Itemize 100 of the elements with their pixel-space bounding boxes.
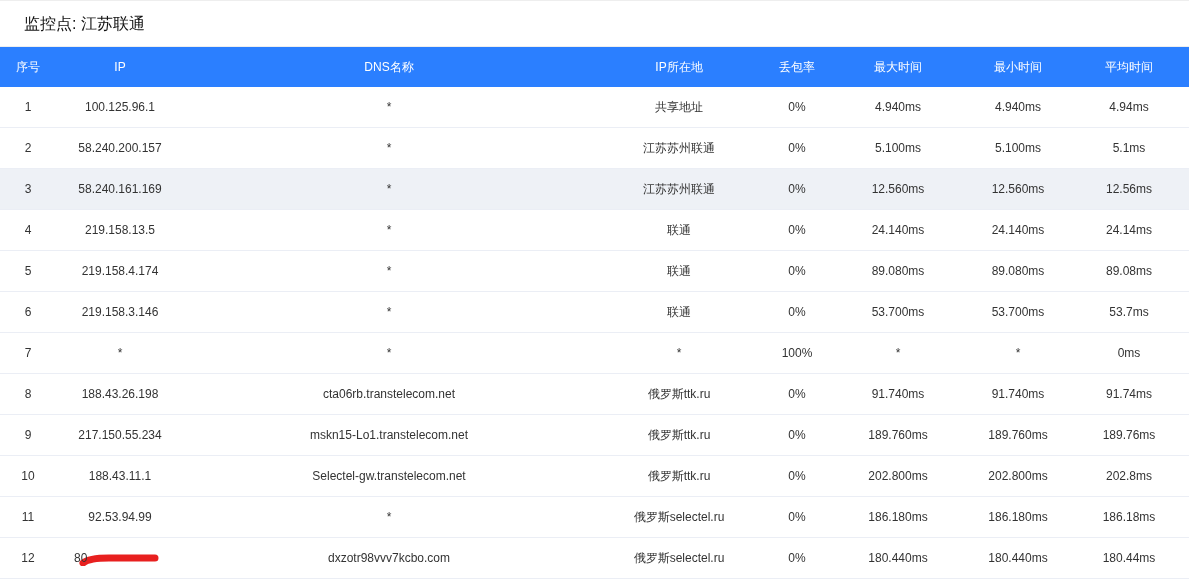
table-cell-text: 9 xyxy=(24,427,32,444)
table-cell-text: 0% xyxy=(788,550,806,567)
table-cell-text: 217.150.55.234 xyxy=(78,427,162,444)
column-header: DNS名称 xyxy=(363,59,415,76)
column-header: 序号 xyxy=(15,59,41,76)
table-cell-text: 联通 xyxy=(667,263,691,280)
table-cell-text: 5 xyxy=(24,263,32,280)
table-cell-text: 202.8ms xyxy=(1106,468,1152,485)
table-cell-text: 4.940ms xyxy=(875,99,921,116)
table-cell-text: 12 xyxy=(21,550,35,567)
table-cell-text: 0% xyxy=(788,468,806,485)
table-cell-text: * xyxy=(676,345,682,362)
table-cell-text: 186.180ms xyxy=(868,509,928,526)
table-cell-text: 江苏苏州联通 xyxy=(643,140,715,157)
table-cell-text: 0% xyxy=(788,140,806,157)
table-cell-text: 89.080ms xyxy=(991,263,1045,280)
table-cell-text: * xyxy=(386,140,392,157)
table-cell-text: 10 xyxy=(21,468,35,485)
table-cell-text: 58.240.161.169 xyxy=(78,181,162,198)
table-cell-text: 53.700ms xyxy=(871,304,925,321)
table-cell-text: 0% xyxy=(788,99,806,116)
table-cell-text: 俄罗斯ttk.ru xyxy=(647,386,711,403)
table-cell-text: 180.440ms xyxy=(988,550,1048,567)
table-cell-text: dxzotr98vvv7kcbo.com xyxy=(327,550,451,567)
table-cell-text: 俄罗斯selectel.ru xyxy=(633,550,725,567)
table-cell-text: 0% xyxy=(788,304,806,321)
table-cell-text: 80 xyxy=(74,550,88,567)
table-cell-text: 共享地址 xyxy=(655,99,703,116)
table-cell-text: 202.800ms xyxy=(868,468,928,485)
table-cell-text: 12.560ms xyxy=(991,181,1045,198)
table-cell-text: * xyxy=(386,222,392,239)
column-header: 丢包率 xyxy=(778,59,816,76)
table-cell-text: * xyxy=(386,263,392,280)
table-cell-text: 俄罗斯ttk.ru xyxy=(647,427,711,444)
table-cell-text: 0% xyxy=(788,509,806,526)
table-cell-text: 189.760ms xyxy=(988,427,1048,444)
table-cell-text: * xyxy=(117,345,123,362)
table-cell-text: 联通 xyxy=(667,222,691,239)
table-cell-text: 12.560ms xyxy=(871,181,925,198)
table-cell-text: 91.74ms xyxy=(1106,386,1152,403)
column-header: 最小时间 xyxy=(993,59,1043,76)
table-cell-text: 91.740ms xyxy=(871,386,925,403)
table-cell-text: 219.158.4.174 xyxy=(81,263,159,280)
table-cell-text: 53.700ms xyxy=(991,304,1045,321)
table-row[interactable]: 3 58.240.161.169 * 江苏苏州联通 0% 12.560ms 12.560ms 12.56ms xyxy=(0,169,1189,210)
table-cell-text: 219.158.3.146 xyxy=(81,304,159,321)
table-cell-text: 189.76ms xyxy=(1102,427,1156,444)
table-cell-text: 202.800ms xyxy=(988,468,1048,485)
table-cell-text: 11 xyxy=(21,509,35,526)
table-cell-text: * xyxy=(386,509,392,526)
table-cell-text: 6 xyxy=(24,304,32,321)
table-cell-text: 8 xyxy=(24,386,32,403)
table-cell-text: 5.100ms xyxy=(875,140,921,157)
table-cell-text: * xyxy=(895,345,901,362)
column-header: IP所在地 xyxy=(654,59,704,76)
table-cell-text: 100.125.96.1 xyxy=(84,99,156,116)
table-cell-text: 12.56ms xyxy=(1106,181,1152,198)
table-cell-text: cta06rb.transtelecom.net xyxy=(322,386,456,403)
table-cell-text: * xyxy=(386,304,392,321)
table-cell-text: 5.100ms xyxy=(995,140,1041,157)
table-cell-text: * xyxy=(386,181,392,198)
monitor-title: 监控点: 江苏联通 xyxy=(24,13,145,34)
table-cell-text: 5.1ms xyxy=(1112,140,1146,157)
table-cell-text: 92.53.94.99 xyxy=(88,509,152,526)
table-cell-text: mskn15-Lo1.transtelecom.net xyxy=(309,427,469,444)
table-cell-text: 江苏苏州联通 xyxy=(643,181,715,198)
table-cell-text: 0% xyxy=(788,427,806,444)
table-cell-text: 俄罗斯ttk.ru xyxy=(647,468,711,485)
table-cell-text: 1 xyxy=(24,99,32,116)
table-cell-text: 俄罗斯selectel.ru xyxy=(633,509,725,526)
table-cell-text: 0% xyxy=(788,263,806,280)
table-cell-text: 100% xyxy=(781,345,813,362)
table-cell-text: 2 xyxy=(24,140,32,157)
table-cell-text: 24.140ms xyxy=(991,222,1045,239)
table-cell-text: 188.43.11.1 xyxy=(88,468,152,485)
table-cell-text: 0% xyxy=(788,386,806,403)
table-cell-text: 91.740ms xyxy=(991,386,1045,403)
table-cell-text: 219.158.13.5 xyxy=(84,222,156,239)
table-cell-text: 180.44ms xyxy=(1102,550,1156,567)
table-cell-text: 188.43.26.198 xyxy=(81,386,159,403)
table-cell-text: * xyxy=(386,99,392,116)
table-cell-text: 7 xyxy=(24,345,32,362)
table-cell-text: 58.240.200.157 xyxy=(78,140,162,157)
column-header: 平均时间 xyxy=(1104,59,1154,76)
table-cell-text: Selectel-gw.transtelecom.net xyxy=(312,468,466,485)
table-cell-text: 4.94ms xyxy=(1109,99,1149,116)
table-cell-text: 0% xyxy=(788,222,806,239)
table-cell-text: 24.14ms xyxy=(1106,222,1152,239)
table-cell-text: 4.940ms xyxy=(995,99,1041,116)
column-header: 最大时间 xyxy=(873,59,923,76)
table-cell-text: 3 xyxy=(24,181,32,198)
table-cell-text: * xyxy=(386,345,392,362)
table-cell-text: 0ms xyxy=(1117,345,1141,362)
table-cell-text: 89.080ms xyxy=(871,263,925,280)
table-cell-text: 0% xyxy=(788,181,806,198)
table-cell-text: 4 xyxy=(24,222,32,239)
table-cell-text: * xyxy=(1015,345,1021,362)
table-cell-text: 89.08ms xyxy=(1106,263,1152,280)
table-cell-text: 189.760ms xyxy=(868,427,928,444)
table-cell-text: 186.180ms xyxy=(988,509,1048,526)
